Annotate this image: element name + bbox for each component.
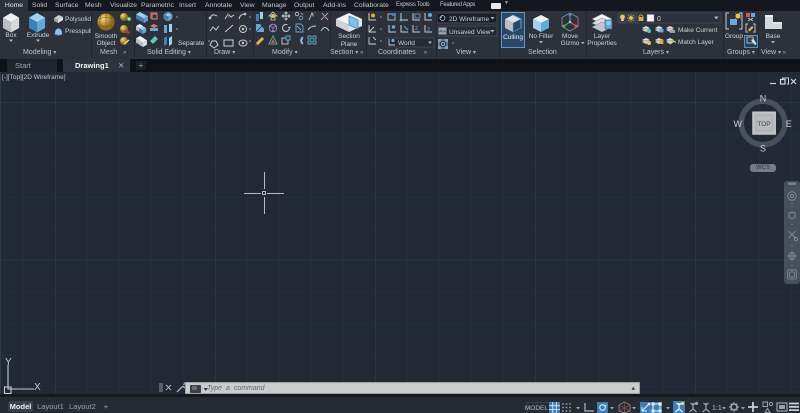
svg-text:0: 0 (657, 16, 661, 23)
svg-text:2D Wireframe: 2D Wireframe (449, 16, 489, 23)
svg-text:Polysolid: Polysolid (65, 16, 91, 23)
svg-text:S: S (760, 143, 766, 153)
svg-text:Object: Object (97, 40, 116, 47)
svg-text:Box: Box (5, 32, 17, 39)
svg-text:Group: Group (725, 33, 743, 40)
svg-text:Move: Move (562, 33, 578, 40)
svg-text:E: E (786, 119, 792, 129)
svg-text:Layer: Layer (594, 33, 611, 40)
svg-text:1:1: 1:1 (712, 405, 722, 412)
svg-text:W: W (734, 119, 743, 129)
svg-text:No Filter: No Filter (529, 33, 554, 40)
svg-text:Separate: Separate (178, 40, 205, 47)
svg-text:Presspull: Presspull (65, 28, 92, 35)
svg-text:Gizmo: Gizmo (561, 40, 580, 47)
svg-text:MODEL: MODEL (525, 405, 549, 412)
svg-text:X: X (34, 382, 41, 393)
svg-text:Make Current: Make Current (678, 27, 718, 34)
svg-text:Y: Y (5, 357, 12, 368)
svg-text:Z: Z (415, 26, 418, 32)
svg-text:Extrude: Extrude (27, 32, 50, 39)
svg-text:3: 3 (427, 27, 430, 33)
svg-text:Section: Section (338, 33, 360, 40)
svg-text:Smooth: Smooth (95, 33, 118, 40)
svg-text:Culling: Culling (503, 34, 523, 41)
svg-text:Match Layer: Match Layer (678, 39, 715, 46)
svg-text:Base: Base (766, 33, 781, 40)
svg-text:TOP: TOP (757, 121, 770, 128)
svg-text:Unsaved View: Unsaved View (449, 29, 491, 36)
svg-text:N: N (760, 93, 767, 103)
svg-text:World: World (398, 40, 415, 47)
svg-text:Properties: Properties (587, 40, 617, 47)
svg-text:Plane: Plane (341, 41, 358, 48)
